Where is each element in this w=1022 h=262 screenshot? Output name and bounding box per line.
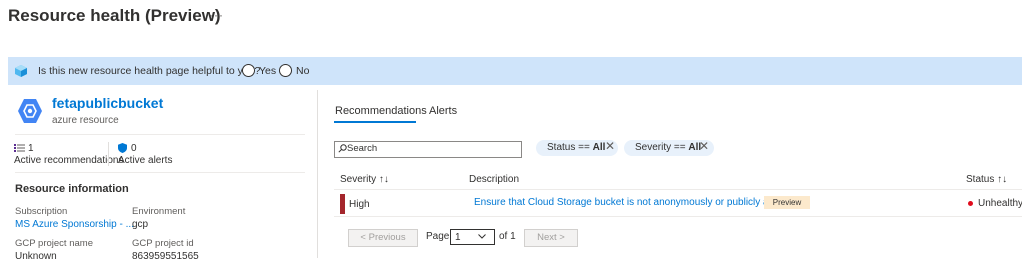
feedback-cube-icon [15,65,27,77]
feedback-question: Is this new resource health page helpful… [38,65,261,77]
no-label[interactable]: No [296,65,309,77]
description-column-header: Description [469,174,520,185]
more-options-icon[interactable]: ··· [209,8,224,22]
page-select-value: 1 [455,232,461,243]
tab-alerts[interactable]: Alerts [429,105,457,117]
divider [15,134,305,135]
status-cell: Unhealthy [978,198,1022,209]
environment-value: gcp [132,219,149,230]
status-filter-prefix: Status == [547,142,593,153]
severity-cell: High [349,199,370,210]
tab-recommendations[interactable]: Recommendations [335,105,427,117]
resource-type: azure resource [52,115,119,126]
page-title: Resource health (Preview) [8,6,221,25]
active-tab-indicator [334,121,416,123]
gcp-hexagon-icon [18,99,42,123]
unhealthy-dot-icon [968,201,973,206]
close-icon[interactable]: ✕ [699,139,709,153]
severity-column-header[interactable]: Severity ↑↓ [340,174,389,185]
gcp-project-id-value: 863959551565 [132,251,199,262]
shield-icon [118,143,127,153]
header-divider [334,189,1022,190]
active-alerts-count: 0 [131,143,137,154]
previous-button[interactable]: < Previous [348,229,418,247]
gcp-project-name-label: GCP project name [15,238,93,249]
subscription-label: Subscription [15,206,68,217]
no-radio[interactable] [279,64,292,77]
search-icon [338,144,347,153]
active-alerts-label: Active alerts [118,155,173,166]
stat-divider [108,142,109,166]
list-icon [14,144,25,152]
close-icon[interactable]: ✕ [605,139,615,153]
row-divider [334,216,1022,217]
resource-info-title: Resource information [15,183,129,195]
resource-name: fetapublicbucket [52,95,164,111]
yes-radio[interactable] [242,64,255,77]
status-column-header[interactable]: Status ↑↓ [966,174,1007,185]
page-label: Page [426,231,450,242]
status-filter-value: All [592,142,606,153]
yes-label[interactable]: Yes [259,65,276,77]
environment-label: Environment [132,206,186,217]
severity-indicator [340,194,345,214]
search-placeholder: Search [347,143,378,154]
next-button[interactable]: Next > [524,229,578,247]
gcp-project-id-label: GCP project id [132,238,194,249]
severity-filter-prefix: Severity == [635,142,689,153]
page-count: of 1 [499,231,516,242]
subscription-link[interactable]: MS Azure Sponsorship - ... [15,219,134,230]
preview-badge: Preview [764,196,810,209]
gcp-project-name-value: Unknown [15,251,57,262]
panel-divider [317,90,318,258]
recommendation-link[interactable]: Ensure that Cloud Storage bucket is not … [474,197,810,208]
chevron-down-icon [478,234,486,239]
divider [15,172,305,173]
active-recommendations-count: 1 [28,143,34,154]
